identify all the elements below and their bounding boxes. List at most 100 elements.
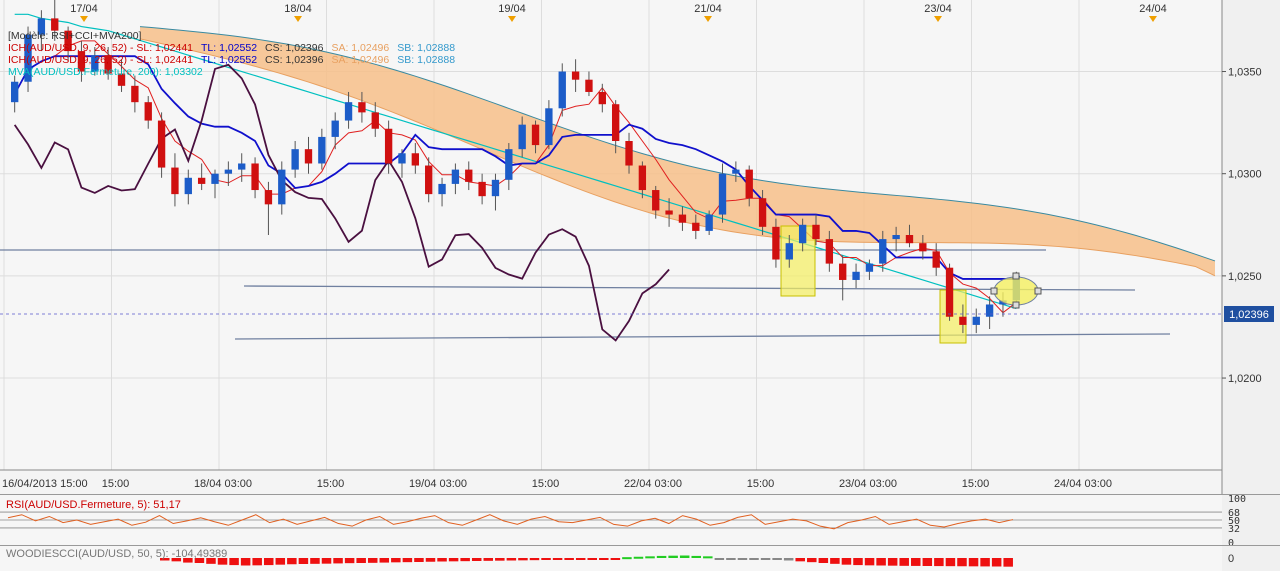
- cci-bar-negative: [448, 558, 459, 562]
- cci-bar-negative: [518, 558, 528, 561]
- time-tick-label: 24/04 03:00: [1054, 478, 1112, 490]
- candle-down: [692, 222, 700, 231]
- candle-up: [705, 214, 713, 231]
- cci-bar-negative: [818, 558, 829, 563]
- cci-bar-negative: [402, 558, 413, 563]
- top-date-label: 19/04: [498, 3, 526, 15]
- cci-bar-negative: [252, 558, 262, 566]
- candle-up: [892, 235, 900, 240]
- cci-bar-positive: [645, 556, 655, 559]
- time-tick-label: 15:00: [102, 478, 130, 490]
- cci-bar-negative: [275, 558, 286, 565]
- candle-up: [558, 71, 566, 109]
- candle-down: [598, 91, 606, 105]
- candle-up: [278, 169, 286, 205]
- cci-bar-negative: [772, 558, 782, 560]
- candle-up: [438, 183, 446, 195]
- cci-bar-negative: [471, 558, 482, 561]
- candle-down: [772, 226, 780, 260]
- candle-down: [571, 71, 580, 80]
- candle-down: [611, 104, 620, 141]
- candle-down: [478, 181, 486, 197]
- cci-bar-negative: [610, 558, 621, 560]
- candle-down: [652, 190, 660, 211]
- candle-down: [932, 251, 940, 268]
- candle-up: [184, 177, 192, 195]
- top-date-label: 24/04: [1139, 3, 1167, 15]
- candle-up: [224, 169, 233, 174]
- rsi-level-label: 100: [1228, 494, 1246, 505]
- rsi-panel[interactable]: 1006850320 RSI(AUD/USD.Fermeture, 5): 51…: [0, 494, 1280, 545]
- cci-bar-negative: [899, 558, 909, 566]
- cci-bar-negative: [957, 558, 967, 567]
- time-tick-label: 15:00: [532, 478, 560, 490]
- cci-bar-negative: [425, 558, 436, 562]
- price-tick-label: 1,0350: [1228, 67, 1262, 79]
- candle-down: [825, 239, 834, 264]
- candle-down: [919, 243, 927, 252]
- candle-up: [11, 81, 19, 103]
- candle-up: [985, 304, 994, 317]
- cci-bar-negative: [945, 558, 956, 567]
- cci-bar-negative: [483, 558, 494, 561]
- cci-bar-negative: [876, 558, 886, 566]
- candle-up: [238, 163, 246, 170]
- price-tick-label: 1,0300: [1228, 169, 1262, 181]
- cci-bar-negative: [830, 558, 840, 564]
- candle-down: [665, 210, 673, 215]
- candle-down: [945, 267, 954, 317]
- time-axis-labels: 16/04/2013 15:00 15:00 18/04 03:00 15:00 19/…: [2, 478, 1112, 490]
- candle-down: [51, 18, 59, 31]
- cci-bar-negative: [934, 558, 944, 567]
- cci-bar-negative: [587, 558, 598, 560]
- candle-up: [398, 153, 406, 164]
- cci-panel[interactable]: WOODIESCCI(AUD/USD, 50, 5): -104,49389 0: [0, 545, 1280, 571]
- time-tick-label: 18/04 03:00: [194, 478, 252, 490]
- cci-bar-positive: [703, 556, 713, 559]
- candle-down: [758, 198, 767, 227]
- cci-bar-negative: [980, 558, 990, 567]
- time-tick-label: 15:00: [317, 478, 345, 490]
- candle-down: [465, 169, 473, 182]
- rsi-level-label: 32: [1228, 524, 1240, 535]
- candle-down: [304, 149, 313, 164]
- legend-tl: TL: 1,02552: [201, 42, 258, 54]
- cci-bar-negative: [760, 558, 771, 560]
- cci-zero-label: 0: [1228, 553, 1234, 565]
- candle-up: [451, 169, 460, 184]
- legend-sb: SB: 1,02888: [397, 42, 456, 54]
- current-price-label: 1,02396: [1229, 309, 1269, 321]
- cci-bar-negative: [414, 558, 424, 562]
- candle-up: [291, 149, 299, 170]
- time-tick-label: 15:00: [962, 478, 990, 490]
- cci-bar-negative: [437, 558, 447, 562]
- top-date-label: 17/04: [70, 3, 98, 15]
- rsi-level-label: 0: [1228, 538, 1234, 545]
- cci-bar-negative: [495, 558, 505, 561]
- candle-down: [358, 102, 366, 113]
- legend-sb-2: SB: 1,02888: [397, 54, 456, 66]
- candle-down: [157, 120, 166, 168]
- cci-bar-negative: [887, 558, 898, 566]
- cci-bar-positive: [622, 557, 632, 560]
- candle-down: [839, 263, 847, 280]
- candle-down: [171, 167, 179, 195]
- cci-bar-negative: [529, 558, 540, 561]
- candle-down: [384, 128, 393, 164]
- cci-bar-negative: [344, 558, 355, 564]
- cci-bar-negative: [968, 558, 979, 567]
- cci-bar-negative: [853, 558, 863, 566]
- legend-sa-2: SA: 1,02496: [331, 54, 390, 66]
- candle-up: [852, 271, 860, 280]
- rsi-background: [0, 494, 1222, 545]
- cci-bar-negative: [795, 558, 805, 562]
- cci-bar-negative: [599, 558, 609, 560]
- cci-bar-negative: [922, 558, 933, 566]
- cci-bar-negative: [310, 558, 320, 564]
- cci-bar-negative: [737, 558, 748, 560]
- cci-bar-negative: [263, 558, 274, 566]
- candle-up: [798, 224, 807, 244]
- ellipse-handle: [1012, 301, 1020, 309]
- cci-bar-negative: [333, 558, 343, 564]
- mva-legend: MVA(AUD/USD.Fermeture, 200): 1,03302: [8, 66, 203, 78]
